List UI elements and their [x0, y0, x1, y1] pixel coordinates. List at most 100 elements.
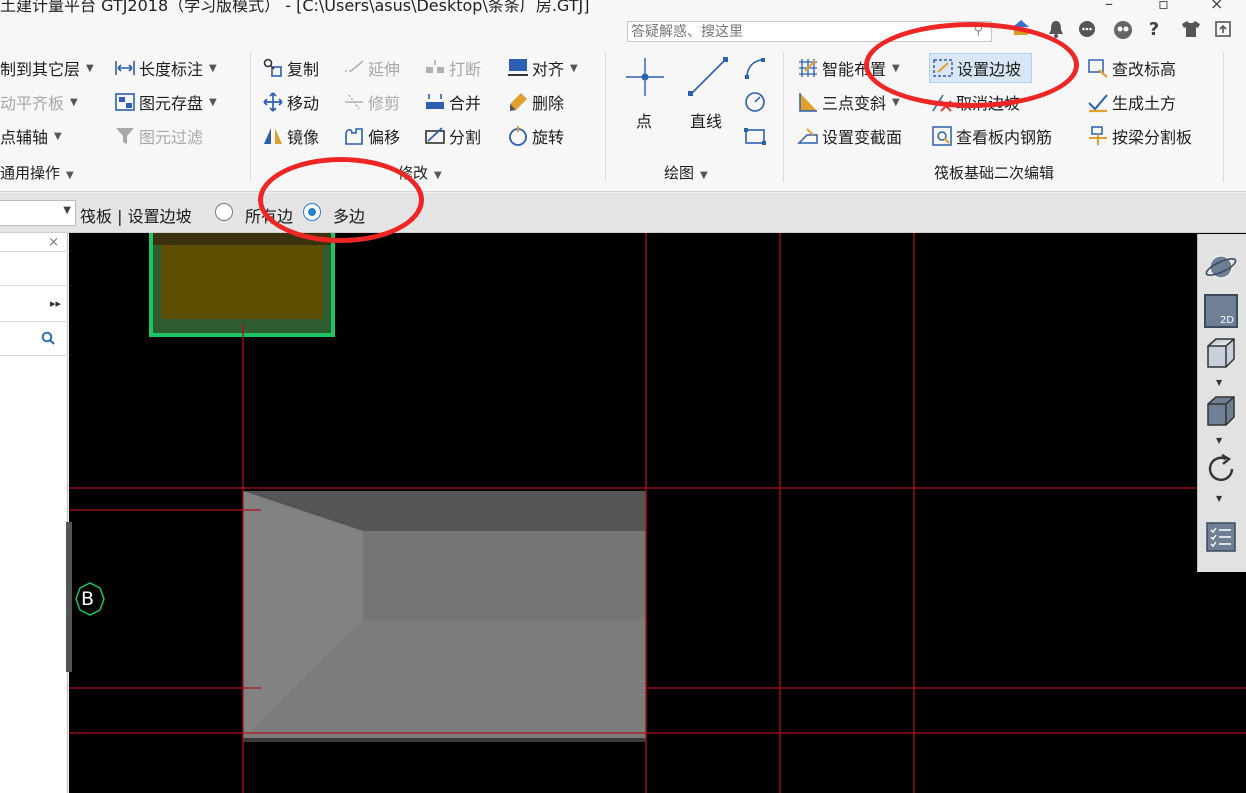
annotation-ellipse-multi-edge	[258, 157, 424, 243]
chevron-down-icon: ▼	[434, 170, 442, 181]
break-label: 打断	[449, 60, 482, 79]
save-element-button[interactable]: 图元存盘 ▼	[114, 89, 217, 115]
copy-button[interactable]: 复制	[262, 55, 319, 81]
split-by-beam-button[interactable]: 按梁分割板	[1087, 123, 1192, 149]
chevron-down-icon[interactable]: ▼	[1216, 378, 1222, 387]
rotate-view-button[interactable]	[1202, 450, 1240, 488]
align-button[interactable]: 对齐 ▼	[507, 55, 578, 81]
generate-earthwork-button[interactable]: 生成土方	[1087, 89, 1176, 115]
axis-label-b-text: B	[81, 588, 95, 610]
check-elev-label: 查改标高	[1112, 60, 1177, 79]
close-icon[interactable]: ×	[48, 235, 59, 250]
line-icon	[688, 57, 728, 96]
all-edges-radio[interactable]	[215, 203, 233, 221]
minimize-button[interactable]: –	[1105, 0, 1113, 13]
trim-button[interactable]: 修剪	[343, 89, 400, 115]
point-label: 点	[636, 112, 653, 131]
chevron-down-icon: ▼	[209, 62, 217, 74]
split-icon	[424, 125, 446, 147]
rotate-label: 旋转	[532, 128, 565, 147]
rectangle-draw-button[interactable]	[744, 123, 769, 149]
set-variable-section-button[interactable]: 设置变截面	[797, 123, 902, 149]
point-axis-button[interactable]: 点辅轴 ▼	[0, 123, 62, 149]
split-by-beam-label: 按梁分割板	[1112, 128, 1193, 147]
rotate-button[interactable]: 旋转	[507, 123, 564, 149]
length-dimension-button[interactable]: 长度标注 ▼	[114, 55, 217, 81]
group-divider	[783, 52, 784, 182]
draw-group-label[interactable]: 绘图 ▼	[664, 162, 708, 183]
chevron-down-icon: ▼	[209, 96, 217, 108]
merge-button[interactable]: 合并	[424, 89, 481, 115]
layer-list-button[interactable]	[1202, 518, 1240, 556]
trim-icon	[343, 91, 365, 113]
chevron-down-icon[interactable]: ▼	[1216, 494, 1222, 503]
expand-icon[interactable]: ▸▸	[50, 297, 61, 310]
group-divider	[605, 52, 606, 182]
shirt-icon[interactable]	[1180, 18, 1202, 40]
filter-icon	[114, 125, 136, 147]
close-button[interactable]: ×	[1210, 0, 1223, 13]
break-button[interactable]: 打断	[424, 55, 481, 81]
save-element-icon	[114, 91, 136, 113]
divider	[0, 285, 68, 286]
checklist-icon	[1206, 522, 1236, 552]
auto-align-slab-button[interactable]: 动平齐板 ▼	[0, 89, 78, 115]
solid-view-button[interactable]	[1202, 392, 1240, 430]
align-icon	[507, 57, 529, 79]
mascot-icon[interactable]	[1112, 18, 1134, 40]
gen-earthwork-label: 生成土方	[1112, 94, 1177, 113]
mirror-label: 镜像	[287, 128, 320, 147]
copy-label: 复制	[287, 60, 320, 79]
three-point-slope-button[interactable]: 三点变斜 ▼	[797, 89, 900, 115]
search-icon[interactable]	[41, 331, 55, 349]
check-elevation-icon	[1087, 57, 1109, 79]
orbit-view-button[interactable]	[1202, 248, 1240, 286]
view-3d-box-button[interactable]	[1202, 334, 1240, 372]
general-group-label[interactable]: 通用操作 ▼	[0, 162, 74, 183]
mode-context-label: 筏板 | 设置边坡	[80, 207, 192, 226]
point-icon	[626, 58, 664, 96]
layer-dropdown[interactable]: ▼	[0, 200, 76, 226]
help-icon[interactable]: ?	[1143, 18, 1165, 40]
eraser-icon	[507, 91, 529, 113]
copy-to-other-layer-button[interactable]: 制到其它层 ▼	[0, 55, 94, 81]
variable-section-icon	[797, 125, 819, 147]
line-draw-button[interactable]: 直线	[682, 54, 734, 138]
mirror-icon	[262, 125, 284, 147]
chevron-down-icon[interactable]: ▼	[1216, 436, 1222, 445]
column-element[interactable]	[149, 233, 335, 337]
view-2d-label: 2D	[1219, 315, 1234, 326]
group-divider	[1223, 52, 1224, 182]
title-bar: 土建计量平台 GTJ2018（学习版模式） - [C:\Users\asus\D…	[0, 0, 1246, 44]
rotate-icon	[507, 125, 529, 147]
view-2d-button[interactable]: 2D	[1202, 292, 1240, 330]
mirror-button[interactable]: 镜像	[262, 123, 319, 149]
offset-button[interactable]: 偏移	[343, 123, 400, 149]
view-slab-rebar-button[interactable]: 查看板内钢筋	[931, 123, 1052, 149]
arc-draw-button[interactable]	[744, 55, 769, 81]
length-dim-label: 长度标注	[139, 60, 204, 79]
maximize-button[interactable]: ▫	[1158, 0, 1169, 13]
check-elevation-button[interactable]: 查改标高	[1087, 55, 1176, 81]
raft-slab[interactable]	[243, 491, 646, 742]
copy-to-layer-label: 制到其它层	[0, 60, 81, 79]
point-draw-button[interactable]: 点	[620, 54, 670, 138]
chevron-down-icon: ▼	[700, 170, 708, 181]
extend-button[interactable]: 延伸	[343, 55, 400, 81]
chevron-down-icon: ▼	[892, 96, 900, 108]
canvas-side-handle[interactable]	[66, 522, 72, 672]
split-button[interactable]: 分割	[424, 123, 481, 149]
drawing-canvas[interactable]: B	[69, 233, 1246, 793]
split-label: 分割	[449, 128, 482, 147]
view-2d-icon: 2D	[1204, 294, 1238, 328]
smart-layout-icon	[797, 57, 819, 79]
rotate-icon	[1208, 453, 1234, 481]
view-rebar-label: 查看板内钢筋	[956, 128, 1053, 147]
delete-button[interactable]: 删除	[507, 89, 564, 115]
filter-element-button[interactable]: 图元过滤	[114, 123, 203, 149]
chat-icon[interactable]	[1076, 18, 1098, 40]
restore-icon[interactable]	[1212, 18, 1234, 40]
circle-draw-button[interactable]	[744, 89, 769, 115]
move-button[interactable]: 移动	[262, 89, 319, 115]
divider	[0, 321, 68, 322]
